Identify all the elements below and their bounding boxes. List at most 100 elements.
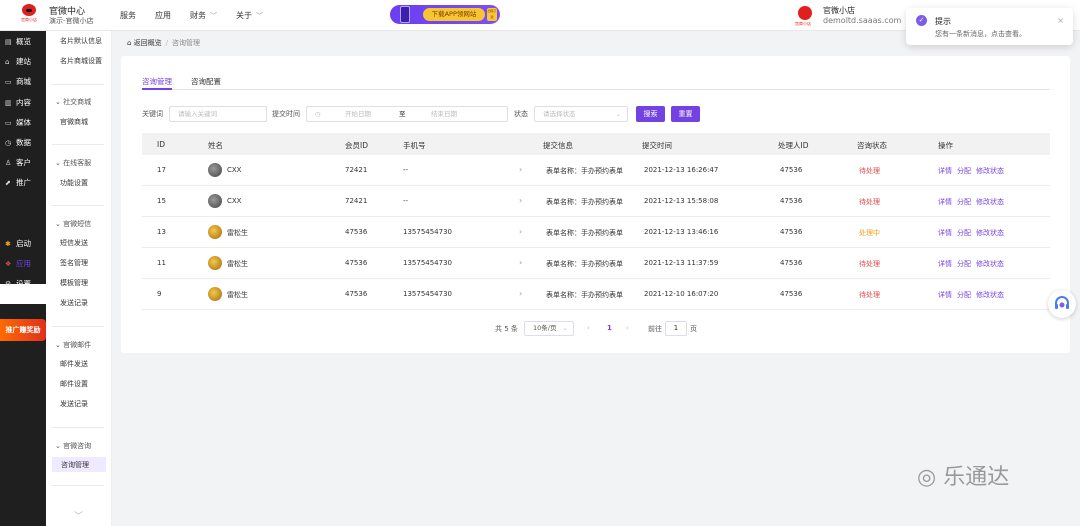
sidebar-item-customer[interactable]: ♙ 客户: [5, 157, 31, 168]
shop-name[interactable]: 官微小店: [823, 5, 855, 16]
sub-group-social-mall: ⌄ 社交商城: [55, 98, 92, 106]
cell-id: 17: [157, 166, 166, 174]
column-header-id: ID: [157, 140, 165, 149]
chevron-down-icon: ⌄: [562, 324, 568, 332]
page-size-select[interactable]: 10条/页 ⌄: [524, 321, 574, 336]
sidebar-item-data[interactable]: ◷ 数据: [5, 137, 31, 148]
store-subtitle: 演示-官微小店: [49, 17, 94, 25]
chevron-right-icon[interactable]: ›: [519, 165, 522, 174]
change-status-link[interactable]: 修改状态: [976, 198, 1004, 206]
start-date-input[interactable]: 开始日期: [345, 107, 371, 121]
assign-link[interactable]: 分配: [957, 167, 971, 175]
chevron-down-icon: ⌄: [615, 110, 621, 118]
assign-link[interactable]: 分配: [957, 291, 971, 299]
sub-item-card-mall-settings[interactable]: 名片商城设置: [60, 56, 102, 66]
assign-link[interactable]: 分配: [957, 198, 971, 206]
goto-page-input[interactable]: 1: [665, 321, 687, 336]
table-row: 9 雷松生 47536 13575454730 › 表单名称：手办预约表单 20…: [142, 279, 1050, 310]
prev-page-button[interactable]: ‹: [587, 324, 590, 332]
chevron-right-icon[interactable]: ›: [519, 196, 522, 205]
nav-about[interactable]: 关于 ﹀: [236, 10, 263, 21]
nav-apps[interactable]: 应用: [155, 10, 171, 21]
customer-service-button[interactable]: [1048, 290, 1076, 318]
tab-consult-management[interactable]: 咨询管理: [142, 76, 172, 87]
promo-badge[interactable]: 推广赚奖励: [0, 319, 46, 341]
sub-item-signature[interactable]: 签名管理: [60, 258, 88, 268]
notification-toast[interactable]: ✓ 提示 您有一条新消息，点击查看。 ×: [906, 8, 1073, 45]
shop-domain[interactable]: demoltd.saaas.com: [823, 16, 901, 25]
column-header-phone: 手机号: [403, 141, 426, 150]
change-status-link[interactable]: 修改状态: [976, 229, 1004, 237]
detail-link[interactable]: 详情: [938, 291, 952, 299]
status-badge: 待处理: [859, 260, 880, 268]
sidebar-item-site[interactable]: ⌂ 建站: [5, 56, 31, 67]
sub-item-official-mall[interactable]: 官微商城: [60, 117, 88, 127]
sidebar-item-settings[interactable]: ⚙ 设置: [5, 278, 31, 289]
shop-logo-icon: [798, 6, 812, 20]
column-header-name: 姓名: [208, 141, 223, 150]
launch-icon: ✱: [5, 240, 11, 248]
cell-member-id: 47536: [345, 228, 368, 236]
status-badge: 待处理: [859, 198, 880, 206]
page-number-current[interactable]: 1: [607, 324, 612, 332]
date-range-separator: 至: [399, 110, 406, 118]
sub-group-consult: ⌄ 官微咨询: [55, 442, 92, 450]
brand-logo[interactable]: 宫商小店: [13, 4, 45, 28]
sidebar-item-media[interactable]: ▭ 媒体: [5, 117, 31, 128]
breadcrumb-back[interactable]: 返回概览: [134, 39, 162, 47]
page-size-value: 10条/页: [533, 324, 557, 332]
nav-service[interactable]: 服务: [120, 10, 136, 21]
change-status-link[interactable]: 修改状态: [976, 167, 1004, 175]
close-icon[interactable]: ×: [1057, 16, 1064, 25]
next-page-button[interactable]: ›: [626, 324, 629, 332]
assign-link[interactable]: 分配: [957, 260, 971, 268]
sub-item-mail-send[interactable]: 邮件发送: [60, 359, 88, 369]
sub-item-template[interactable]: 模板管理: [60, 278, 88, 288]
download-app-button[interactable]: 下载APP领网站: [423, 8, 485, 21]
pagination-total: 共 5 条: [495, 325, 518, 333]
chevron-right-icon[interactable]: ›: [519, 289, 522, 298]
status-select-value: 请选择状态: [543, 110, 576, 118]
sidebar-item-promote[interactable]: ⬈ 推广: [5, 177, 31, 188]
avatar: [208, 256, 222, 270]
sidebar-item-mall[interactable]: ▭ 商城: [5, 76, 31, 87]
sub-item-mail-settings[interactable]: 邮件设置: [60, 379, 88, 389]
assign-link[interactable]: 分配: [957, 229, 971, 237]
sidebar-item-launch[interactable]: ✱ 启动: [5, 238, 31, 249]
end-date-input[interactable]: 结束日期: [431, 107, 457, 121]
sidebar-item-apps[interactable]: ❖ 应用: [5, 258, 31, 269]
notification-message[interactable]: 您有一条新消息，点击查看。: [935, 29, 1026, 39]
sub-group-online-service: ⌄ 在线客服: [55, 159, 92, 167]
search-button[interactable]: 搜索: [636, 106, 665, 122]
sub-item-sms-log[interactable]: 发送记录: [60, 298, 88, 308]
status-select[interactable]: 请选择状态 ⌄: [534, 106, 628, 122]
sub-item-card-default[interactable]: 名片默认信息: [60, 36, 102, 46]
chevron-right-icon[interactable]: ›: [519, 227, 522, 236]
avatar: [208, 194, 222, 208]
change-status-link[interactable]: 修改状态: [976, 291, 1004, 299]
sub-item-mail-log[interactable]: 发送记录: [60, 399, 88, 409]
divider: [52, 427, 104, 428]
chevron-down-icon: ﹀: [256, 12, 263, 20]
sidebar-item-content[interactable]: ▥ 内容: [5, 97, 31, 108]
detail-link[interactable]: 详情: [938, 260, 952, 268]
tab-consult-config[interactable]: 咨询配置: [191, 76, 221, 87]
detail-link[interactable]: 详情: [938, 167, 952, 175]
chevron-down-icon[interactable]: ﹀: [74, 509, 83, 522]
date-range-picker[interactable]: ◷ 开始日期 至 结束日期: [306, 106, 508, 122]
qr-code-icon: 扫码下载: [487, 8, 497, 21]
sidebar-item-overview[interactable]: ▤ 概览: [5, 36, 31, 47]
sub-item-sms-send[interactable]: 短信发送: [60, 238, 88, 248]
detail-link[interactable]: 详情: [938, 229, 952, 237]
reset-button[interactable]: 重置: [671, 106, 700, 122]
keyword-input[interactable]: 请输入关键词: [169, 106, 267, 122]
detail-link[interactable]: 详情: [938, 198, 952, 206]
row-actions: 详情 分配 修改状态: [938, 197, 1009, 207]
change-status-link[interactable]: 修改状态: [976, 260, 1004, 268]
chevron-right-icon[interactable]: ›: [519, 258, 522, 267]
download-app-banner[interactable]: 下载APP领网站 扫码下载: [390, 5, 500, 24]
sub-item-feature-settings[interactable]: 功能设置: [60, 178, 88, 188]
avatar: [208, 225, 222, 239]
sub-item-consult-management[interactable]: 咨询管理: [61, 460, 89, 470]
nav-finance[interactable]: 财务 ﹀: [190, 10, 217, 21]
